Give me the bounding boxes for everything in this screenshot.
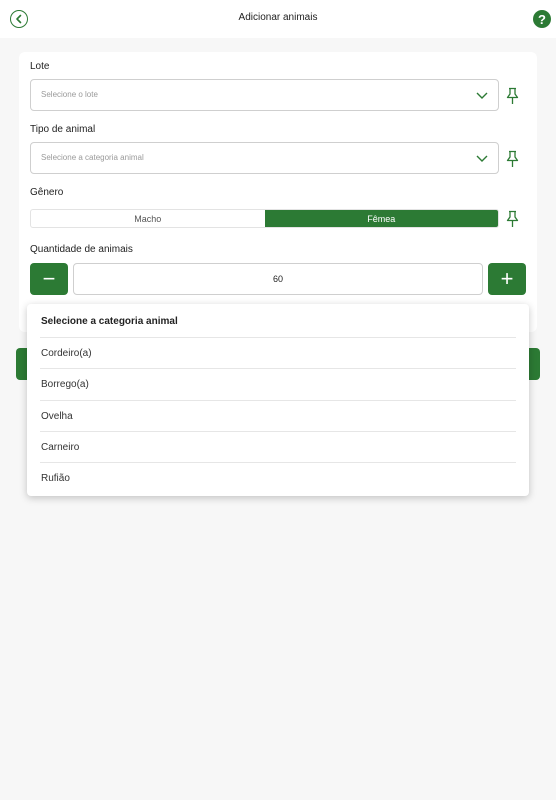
dropdown-option-label: Ovelha (41, 411, 73, 422)
genero-option-femea[interactable]: Fêmea (264, 210, 498, 227)
quantidade-label: Quantidade de animais (30, 244, 133, 255)
top-bar: Adicionar animais ? (0, 0, 556, 38)
increment-button[interactable]: + (488, 263, 526, 295)
dropdown-option[interactable]: Ovelha (40, 400, 516, 431)
category-dropdown: Selecione a categoria animal Cordeiro(a)… (27, 304, 529, 496)
dropdown-option-label: Borrego(a) (41, 379, 89, 390)
page-title: Adicionar animais (238, 12, 318, 23)
lote-placeholder: Selecione o lote (41, 90, 98, 99)
dropdown-header: Selecione a categoria animal (41, 316, 178, 327)
dropdown-option[interactable]: Borrego(a) (40, 368, 516, 399)
lote-label: Lote (30, 61, 50, 72)
tipo-placeholder: Selecione a categoria animal (41, 153, 144, 162)
dropdown-option[interactable]: Rufião (40, 462, 516, 493)
chevron-down-icon (476, 92, 488, 99)
dropdown-option[interactable]: Cordeiro(a) (40, 337, 516, 368)
lote-select[interactable]: Selecione o lote (30, 79, 499, 111)
tipo-select[interactable]: Selecione a categoria animal (30, 142, 499, 174)
dropdown-option[interactable]: Carneiro (40, 431, 516, 462)
decrement-button[interactable]: − (30, 263, 68, 295)
chevron-down-icon (476, 155, 488, 162)
pin-icon[interactable] (505, 210, 520, 228)
dropdown-option-label: Rufião (41, 473, 70, 484)
dropdown-option-label: Carneiro (41, 442, 80, 453)
dropdown-option-label: Cordeiro(a) (41, 348, 92, 359)
genero-label: Gênero (30, 187, 64, 198)
quantity-input[interactable]: 60 (73, 263, 483, 295)
help-icon[interactable]: ? (533, 10, 551, 28)
tipo-label: Tipo de animal (30, 124, 96, 135)
pin-icon[interactable] (505, 150, 520, 168)
genero-option-macho[interactable]: Macho (31, 210, 265, 227)
genero-toggle[interactable]: Macho Fêmea (30, 209, 499, 228)
pin-icon[interactable] (505, 87, 520, 105)
